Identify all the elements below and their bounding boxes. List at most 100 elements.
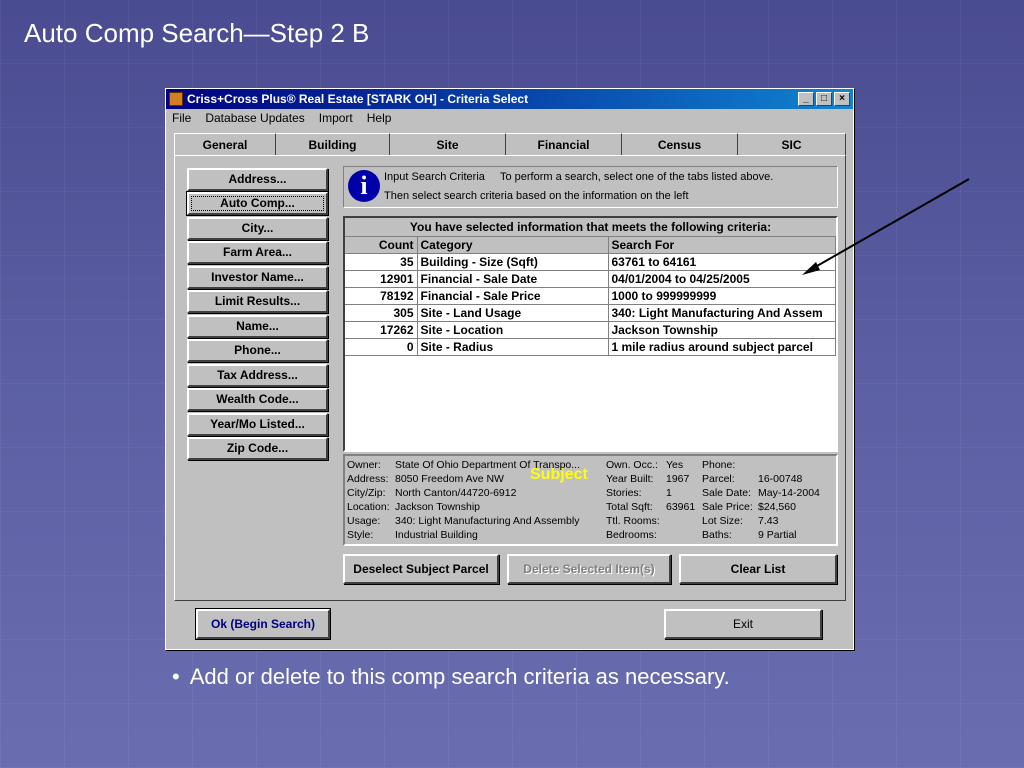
criteria-select-window: Criss+Cross Plus® Real Estate [STARK OH]… [165,88,854,650]
year-built-label: Year Built: [606,473,654,485]
bullet-dot: • [172,664,180,689]
owner-value: State Of Ohio Department Of Transpo... [395,459,581,471]
year-built-value: 1967 [666,473,690,485]
usage-value: 340: Light Manufacturing And Assembly [395,515,580,527]
sale-price-label: Sale Price: [702,501,753,513]
ok-begin-search-button[interactable]: Ok (Begin Search) [195,608,331,640]
subject-details-col-3: Phone: Parcel: 16-00748 Sale Date: May-14-… [702,458,820,542]
tab-census[interactable]: Census [622,133,738,155]
category-cell: Financial - Sale Date [417,270,609,288]
clear-list-button[interactable]: Clear List [679,554,837,584]
app-icon [169,92,183,106]
category-cell: Building - Size (Sqft) [417,253,609,271]
count-cell: 17262 [345,321,418,339]
category-cell: Site - Land Usage [417,304,609,322]
wealth-code-button[interactable]: Wealth Code... [187,388,328,411]
column-header-category[interactable]: Category [417,237,609,254]
info-line-2: Then select search criteria based on the… [384,190,689,202]
table-row[interactable]: 12901 Financial - Sale Date 04/01/2004 t… [345,270,836,288]
style-value: Industrial Building [395,529,478,541]
city-zip-label: City/Zip: [347,487,386,499]
search-for-cell: 1 mile radius around subject parcel [608,338,836,356]
criteria-table: Count Category Search For 35 Building - … [345,237,836,356]
tab-site[interactable]: Site [390,133,506,155]
limit-results-button[interactable]: Limit Results... [187,290,328,313]
tab-financial[interactable]: Financial [506,133,622,155]
count-cell: 35 [345,253,418,271]
exit-button[interactable]: Exit [664,609,822,639]
own-occ-label: Own. Occ.: [606,459,658,471]
delete-selected-items-button[interactable]: Delete Selected Item(s) [507,554,671,584]
arrow-head [802,262,820,275]
lot-size-label: Lot Size: [702,515,743,527]
bedrooms-label: Bedrooms: [606,529,657,541]
info-line-1: Input Search Criteria To perform a searc… [384,171,774,183]
window-titlebar[interactable]: Criss+Cross Plus® Real Estate [STARK OH]… [166,89,853,109]
sale-date-label: Sale Date: [702,487,752,499]
table-row[interactable]: 78192 Financial - Sale Price 1000 to 999… [345,287,836,305]
window-title: Criss+Cross Plus® Real Estate [STARK OH]… [187,92,529,106]
total-sqft-label: Total Sqft: [606,501,653,513]
farm-area-button[interactable]: Farm Area... [187,241,328,264]
own-occ-value: Yes [666,459,684,471]
count-cell: 305 [345,304,418,322]
tab-general[interactable]: General [174,133,276,155]
menu-database-updates[interactable]: Database Updates [205,109,304,127]
table-row[interactable]: 305 Site - Land Usage 340: Light Manufac… [345,304,836,322]
menubar: File Database Updates Import Help [166,109,853,127]
auto-comp-button[interactable]: Auto Comp... [186,191,329,216]
phone-label: Phone: [702,459,736,471]
info-message-box: i Input Search Criteria To perform a sea… [343,166,838,208]
menu-help[interactable]: Help [367,109,392,127]
deselect-subject-parcel-button[interactable]: Deselect Subject Parcel [343,554,499,584]
general-tab-panel: Address... Auto Comp... City... Farm Are… [174,155,846,601]
baths-value: 9 Partial [758,529,797,541]
table-row[interactable]: 17262 Site - Location Jackson Township [345,321,836,339]
count-cell: 0 [345,338,418,356]
bullet-point: • Add or delete to this comp search crite… [172,664,730,690]
bullet-text: Add or delete to this comp search criter… [189,664,730,689]
city-zip-value: North Canton/44720-6912 [395,487,517,499]
subject-parcel-info: Subject Owner: State Of Ohio Department O… [343,454,838,546]
tab-building[interactable]: Building [276,133,390,155]
category-cell: Financial - Sale Price [417,287,609,305]
zip-code-button[interactable]: Zip Code... [187,437,328,460]
category-cell: Site - Location [417,321,609,339]
usage-label: Usage: [347,515,381,527]
annotation-arrow [802,178,970,275]
table-row[interactable]: 35 Building - Size (Sqft) 63761 to 64161 [345,253,836,271]
total-sqft-value: 63961 [666,501,696,513]
criteria-list: You have selected information that meets… [343,216,838,452]
count-cell: 12901 [345,270,418,288]
phone-button[interactable]: Phone... [187,339,328,362]
info-icon: i [348,170,380,202]
year-mo-listed-button[interactable]: Year/Mo Listed... [187,413,328,436]
city-button[interactable]: City... [187,217,328,240]
category-cell: Site - Radius [417,338,609,356]
location-value: Jackson Township [395,501,481,513]
minimize-button[interactable]: _ [798,92,814,106]
slide-title: Auto Comp Search—Step 2 B [24,18,370,48]
total-rooms-label: Ttl. Rooms: [606,515,660,527]
tab-strip: General Building Site Financial Census S… [174,133,846,155]
table-row[interactable]: 0 Site - Radius 1 mile radius around sub… [345,338,836,356]
address-label: Address: [347,473,389,485]
location-label: Location: [347,501,390,513]
baths-label: Baths: [702,529,732,541]
close-button[interactable]: × [834,92,850,106]
criteria-header: You have selected information that meets… [345,218,836,237]
column-header-count[interactable]: Count [345,237,418,254]
subject-details-col-2: Own. Occ.: Yes Year Built: 1967 Stories: 1 … [606,458,695,542]
owner-label: Owner: [347,459,381,471]
maximize-button[interactable]: □ [816,92,832,106]
address-button[interactable]: Address... [187,168,328,191]
arrow-line [809,178,970,271]
investor-name-button[interactable]: Investor Name... [187,266,328,289]
tax-address-button[interactable]: Tax Address... [187,364,328,387]
tab-sic[interactable]: SIC [738,133,846,155]
name-button[interactable]: Name... [187,315,328,338]
search-for-cell: Jackson Township [608,321,836,339]
menu-file[interactable]: File [172,109,191,127]
menu-import[interactable]: Import [319,109,353,127]
subject-details-col-1: Owner: State Of Ohio Department Of Transp… [347,458,580,542]
